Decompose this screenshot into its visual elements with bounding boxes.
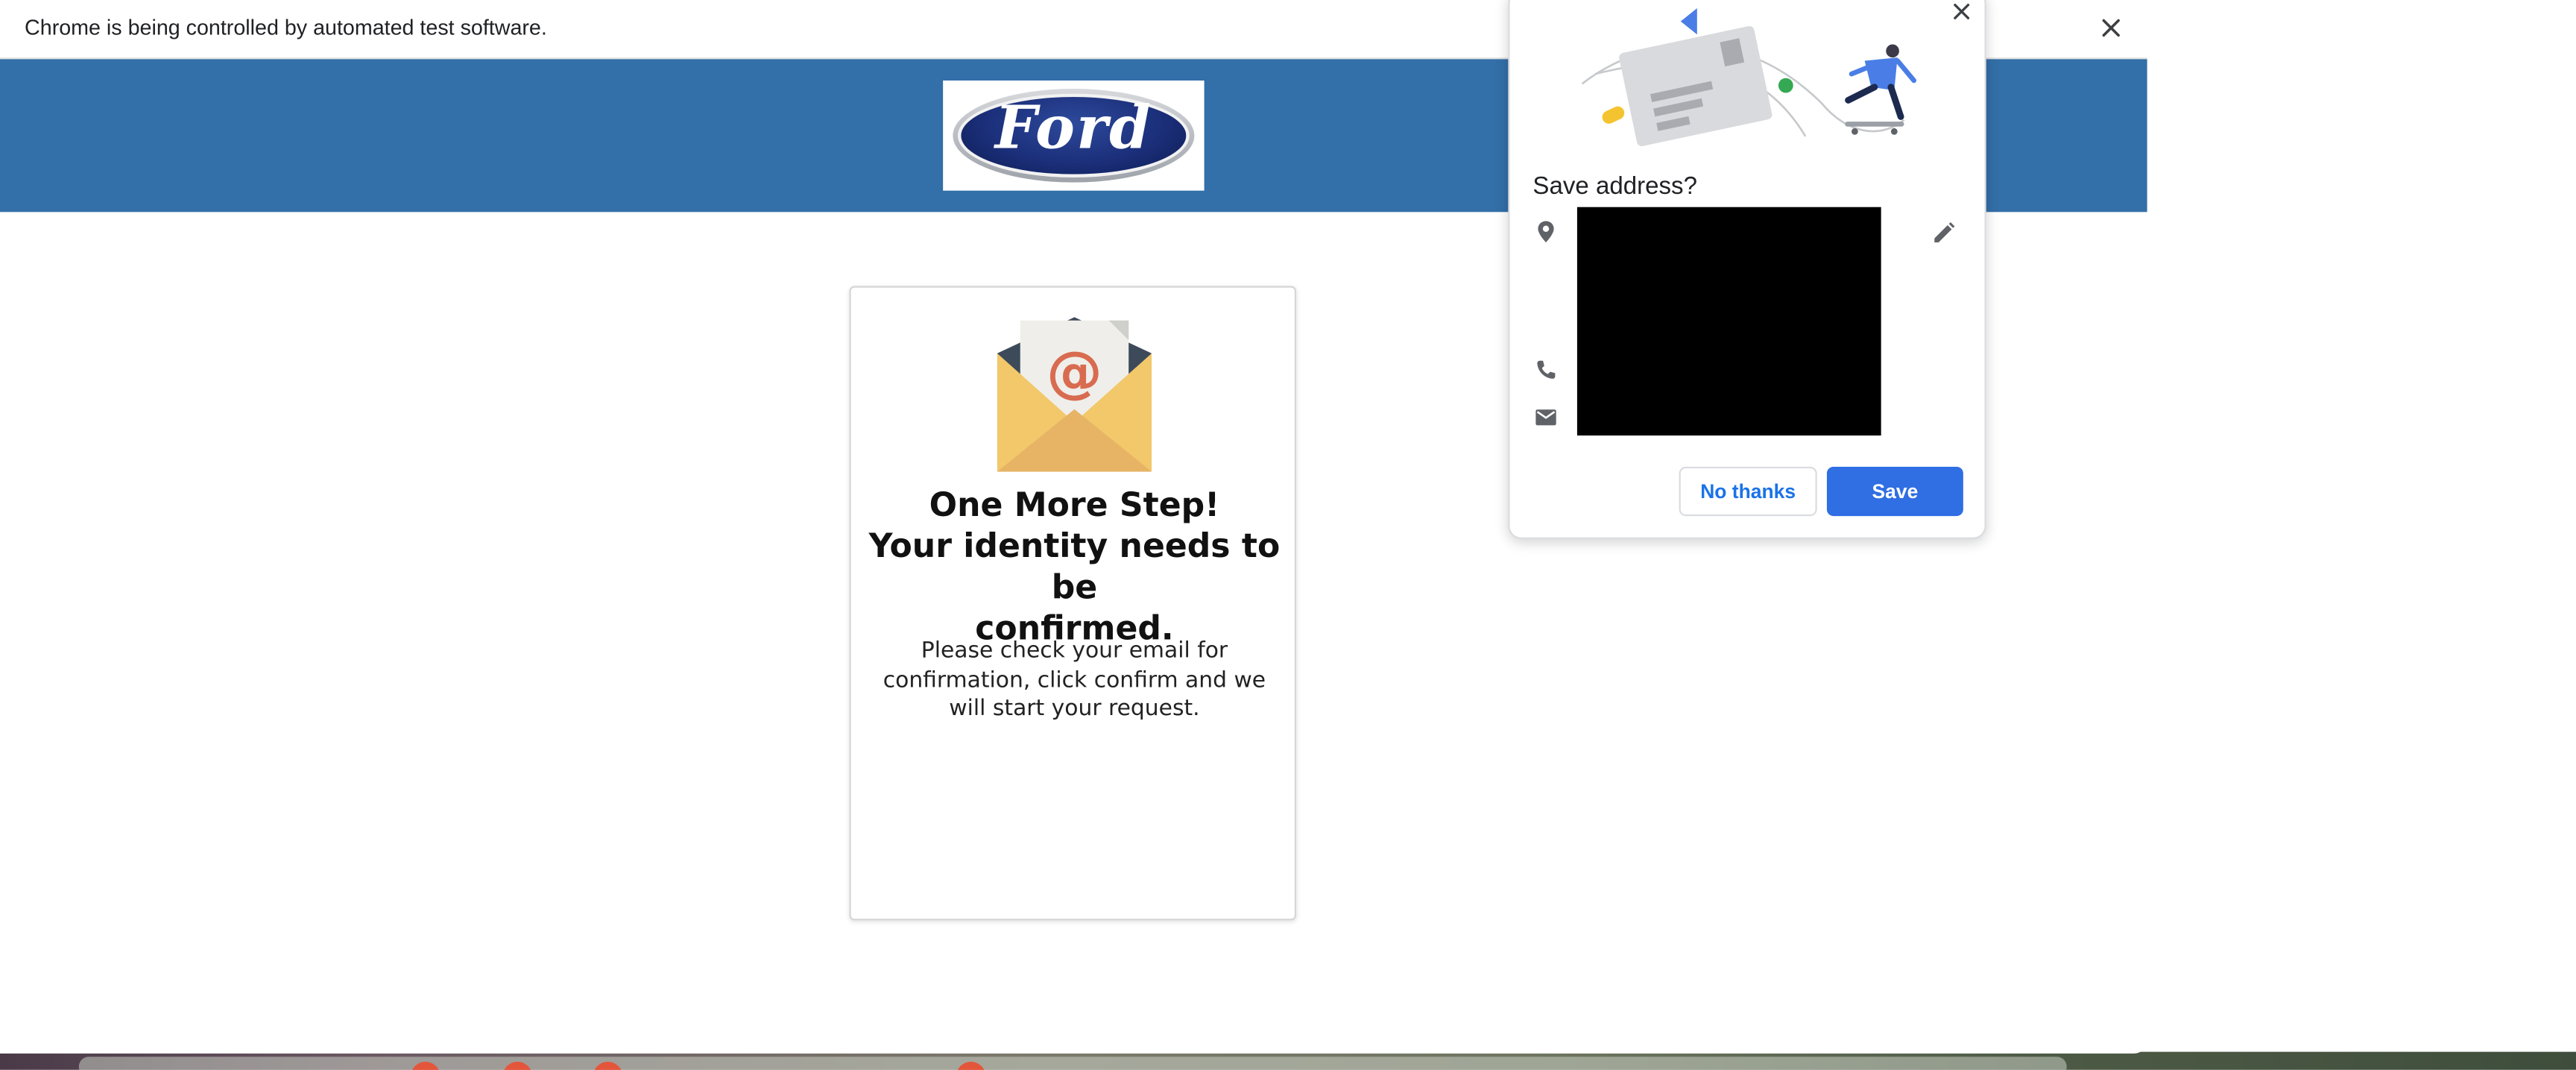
edit-pencil-icon[interactable]	[1931, 220, 1957, 246]
email-icon	[1535, 409, 1556, 426]
phone-icon	[1537, 360, 1556, 379]
address-details-redacted	[1576, 207, 1881, 436]
save-button[interactable]: Save	[1826, 466, 1963, 517]
ford-logo[interactable]: Ford	[943, 81, 1205, 191]
title-line: One More Step!	[929, 485, 1220, 525]
location-pin-icon	[1538, 221, 1554, 243]
svg-text:@: @	[1046, 339, 1102, 405]
confirmation-instructions: Please check your email for confirmation…	[883, 638, 1266, 722]
save-address-popup: Save address? No thanks Save	[1508, 0, 1986, 539]
mail-illustration-icon	[1581, 8, 1917, 147]
close-icon[interactable]	[1948, 0, 1974, 25]
close-icon[interactable]	[2096, 13, 2126, 43]
desktop-background	[2147, 0, 2576, 1070]
title-line: Your identity needs to be	[868, 526, 1281, 607]
popup-title: Save address?	[1532, 172, 1697, 201]
browser-window: Chrome is being controlled by automated …	[0, 0, 2147, 1054]
automation-message: Chrome is being controlled by automated …	[25, 14, 547, 40]
envelope-at-icon: @	[997, 317, 1152, 472]
confirmation-card: @ One More Step! Your identity needs to …	[849, 286, 1298, 921]
no-thanks-button[interactable]: No thanks	[1679, 466, 1817, 517]
page-title: One More Step! Your identity needs to be…	[851, 485, 1298, 649]
logo-wordmark: Ford	[994, 93, 1152, 163]
screen: Chrome is being controlled by automated …	[0, 0, 2576, 1070]
dock	[78, 1057, 2067, 1070]
